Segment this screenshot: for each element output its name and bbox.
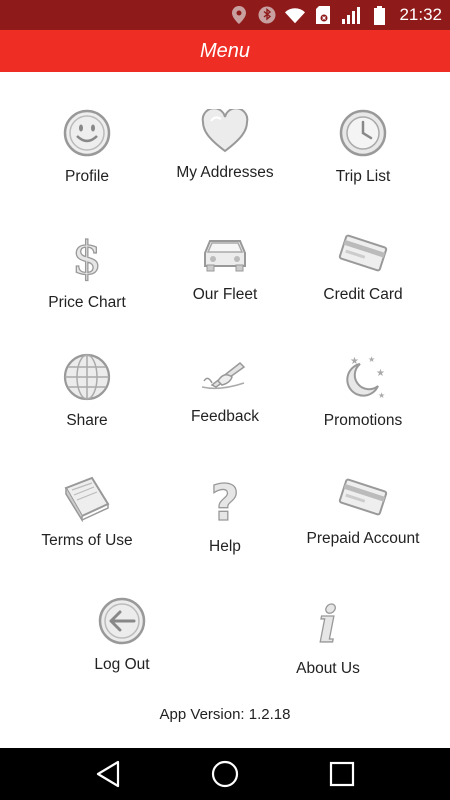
app-version: App Version: 1.2.18: [159, 706, 291, 723]
menu-item-price-chart[interactable]: $ Price Chart: [12, 194, 162, 311]
svg-text:?: ?: [210, 474, 239, 528]
page-title: Menu: [199, 39, 251, 62]
moon-stars-icon: ★ ★ ★ ★: [336, 352, 390, 402]
heart-icon: [198, 108, 252, 154]
menu-item-help[interactable]: ? Help: [150, 438, 300, 555]
svg-text:★: ★: [376, 368, 385, 379]
arrow-left-circle-icon: [95, 596, 149, 646]
menu-item-promotions[interactable]: ★ ★ ★ ★ Promotions: [288, 316, 438, 429]
menu-item-trip-list[interactable]: Trip List: [288, 72, 438, 185]
menu-item-prepaid-account[interactable]: Prepaid Account: [288, 438, 438, 548]
menu-item-my-addresses[interactable]: My Addresses: [150, 72, 300, 182]
book-icon: [60, 474, 114, 522]
clock-icon: [336, 108, 390, 158]
menu-item-share[interactable]: Share: [12, 316, 162, 429]
menu-label: Share: [66, 412, 108, 429]
sim-icon: [313, 5, 333, 25]
smiley-icon: [60, 108, 114, 158]
menu-item-about-us[interactable]: i About Us: [253, 560, 403, 677]
menu-label: Profile: [65, 168, 109, 185]
menu-label: Our Fleet: [192, 286, 258, 303]
globe-icon: [60, 352, 114, 402]
menu-item-feedback[interactable]: Feedback: [150, 316, 300, 426]
wifi-icon: [285, 5, 306, 25]
menu-label: Promotions: [323, 412, 403, 429]
status-bar: 21:32: [0, 0, 450, 30]
menu-item-terms-of-use[interactable]: Terms of Use: [12, 438, 162, 549]
credit-card-icon: [336, 230, 390, 276]
menu-label: Log Out: [94, 656, 150, 673]
car-icon: [198, 230, 252, 276]
menu-label: Help: [209, 538, 241, 555]
location-icon: [229, 5, 249, 25]
menu-item-credit-card[interactable]: Credit Card: [288, 194, 438, 304]
menu-label: Feedback: [190, 408, 260, 425]
menu-label: Terms of Use: [41, 532, 133, 549]
info-icon: i: [301, 596, 355, 650]
menu-label: My Addresses: [176, 164, 274, 181]
menu-label: Price Chart: [48, 294, 126, 311]
question-icon: ?: [198, 474, 252, 528]
recents-icon[interactable]: [322, 754, 362, 794]
battery-icon: [369, 5, 389, 25]
menu-label: Credit Card: [323, 286, 403, 303]
bluetooth-icon: [257, 5, 277, 25]
menu-item-profile[interactable]: Profile: [12, 72, 162, 185]
menu-item-our-fleet[interactable]: Our Fleet: [150, 194, 300, 304]
svg-text:i: i: [319, 596, 338, 650]
home-icon[interactable]: [205, 754, 245, 794]
back-icon[interactable]: [88, 754, 128, 794]
signal-icon: [341, 5, 361, 25]
app-bar: Menu: [0, 30, 450, 72]
menu-label: About Us: [296, 660, 360, 677]
prepaid-card-icon: [336, 474, 390, 520]
menu-label: Prepaid Account: [306, 530, 420, 547]
svg-text:$: $: [72, 231, 101, 284]
svg-text:★: ★: [350, 356, 359, 367]
svg-text:★: ★: [378, 391, 385, 400]
status-time: 21:32: [399, 5, 442, 24]
writing-hand-icon: [198, 352, 252, 398]
system-nav-bar: [0, 748, 450, 800]
dollar-icon: $: [60, 230, 114, 284]
menu-label: Trip List: [335, 168, 391, 185]
svg-text:★: ★: [368, 355, 375, 364]
menu-item-log-out[interactable]: Log Out: [47, 560, 197, 673]
